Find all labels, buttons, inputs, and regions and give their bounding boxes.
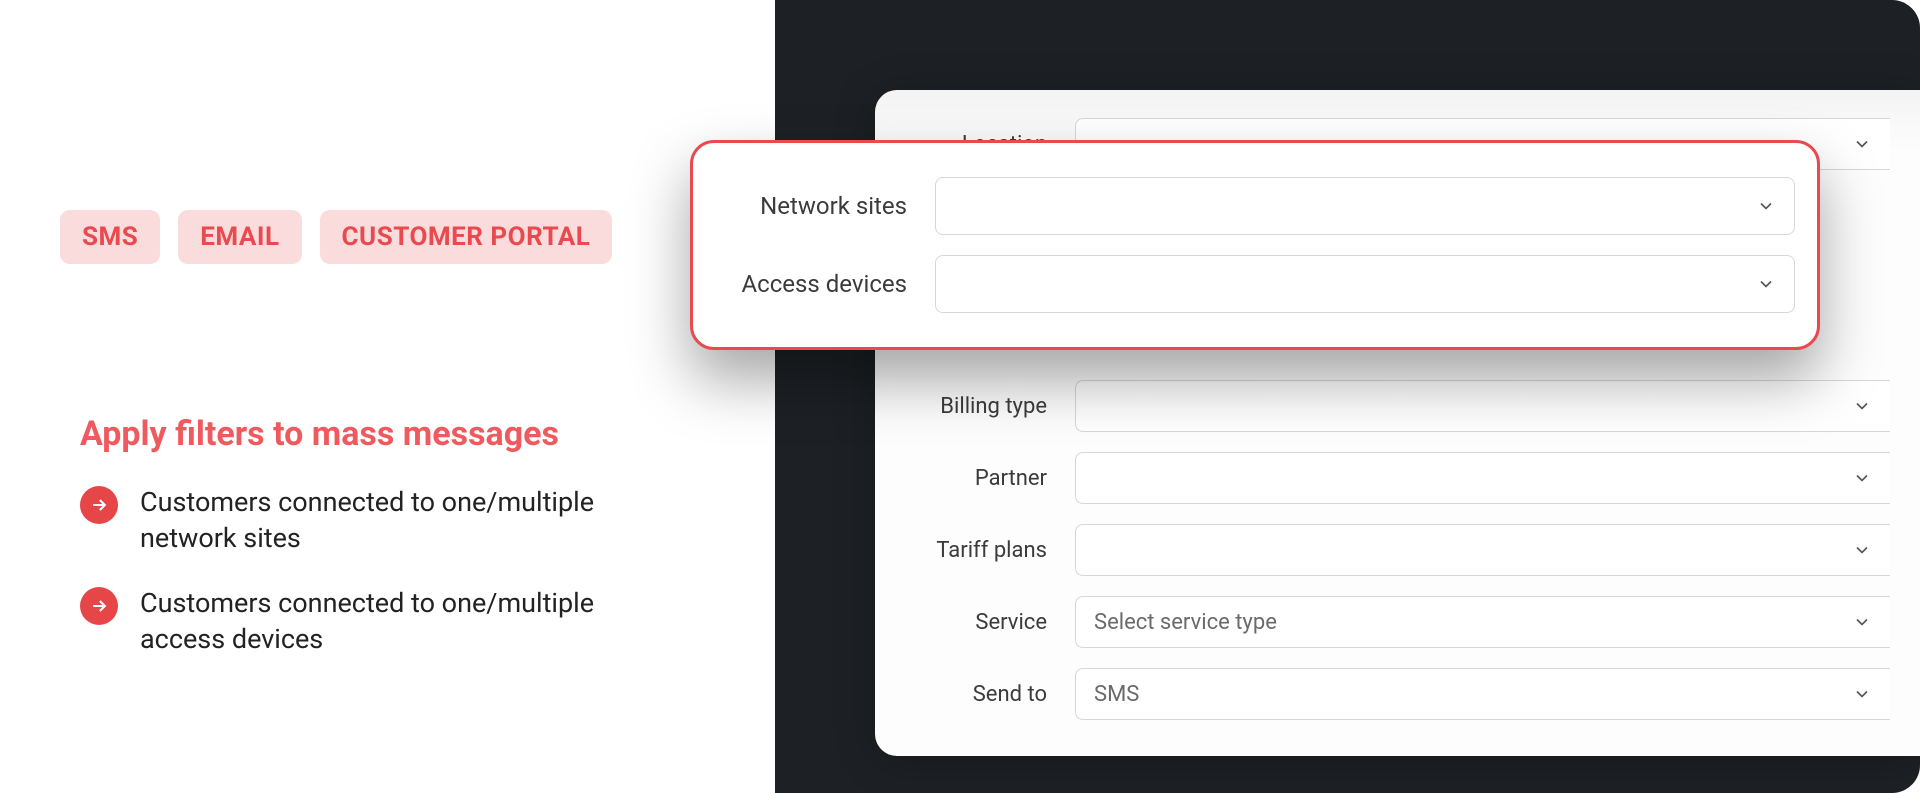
tag-sms: SMS	[60, 210, 160, 264]
label-send-to: Send to	[875, 682, 1075, 707]
form-row-tariff-plans: Tariff plans	[875, 514, 1920, 586]
tag-email: EMAIL	[178, 210, 301, 264]
label-billing-type: Billing type	[875, 394, 1075, 419]
form-row-service: Service Select service type	[875, 586, 1920, 658]
chevron-down-icon	[1852, 396, 1872, 416]
chevron-down-icon	[1852, 540, 1872, 560]
select-service[interactable]: Select service type	[1075, 596, 1890, 648]
form-row-billing-type: Billing type	[875, 370, 1920, 442]
label-partner: Partner	[875, 466, 1075, 491]
chevron-down-icon	[1852, 134, 1872, 154]
label-tariff-plans: Tariff plans	[875, 538, 1075, 563]
select-tariff-plans[interactable]	[1075, 524, 1890, 576]
list-item: Customers connected to one/multiple netw…	[80, 484, 715, 557]
select-network-sites[interactable]	[935, 177, 1795, 235]
select-send-to[interactable]: SMS	[1075, 668, 1890, 720]
label-network-sites: Network sites	[715, 192, 935, 220]
tag-customer-portal: CUSTOMER PORTAL	[320, 210, 613, 264]
channel-tag-row: SMS EMAIL CUSTOMER PORTAL	[60, 210, 715, 264]
chevron-down-icon	[1852, 684, 1872, 704]
select-service-value: Select service type	[1094, 610, 1277, 635]
list-item: Customers connected to one/multiple acce…	[80, 585, 715, 658]
chevron-down-icon	[1852, 612, 1872, 632]
label-service: Service	[875, 610, 1075, 635]
preview-right-panel: Location Billing type Partner Tariff pla…	[775, 0, 1920, 793]
highlighted-filters-popout: Network sites Access devices	[690, 140, 1820, 350]
bullet-text: Customers connected to one/multiple acce…	[140, 585, 620, 658]
arrow-right-icon	[80, 486, 118, 524]
select-billing-type[interactable]	[1075, 380, 1890, 432]
form-row-network-sites: Network sites	[715, 167, 1795, 245]
form-row-access-devices: Access devices	[715, 245, 1795, 323]
form-row-send-to: Send to SMS	[875, 658, 1920, 730]
feature-bullet-list: Customers connected to one/multiple netw…	[80, 484, 715, 658]
arrow-right-icon	[80, 587, 118, 625]
section-heading: Apply filters to mass messages	[80, 414, 715, 454]
select-access-devices[interactable]	[935, 255, 1795, 313]
bullet-text: Customers connected to one/multiple netw…	[140, 484, 620, 557]
form-row-partner: Partner	[875, 442, 1920, 514]
chevron-down-icon	[1756, 274, 1776, 294]
marketing-left-panel: SMS EMAIL CUSTOMER PORTAL Apply filters …	[0, 0, 775, 793]
label-access-devices: Access devices	[715, 270, 935, 298]
chevron-down-icon	[1852, 468, 1872, 488]
chevron-down-icon	[1756, 196, 1776, 216]
select-send-to-value: SMS	[1094, 682, 1139, 707]
select-partner[interactable]	[1075, 452, 1890, 504]
